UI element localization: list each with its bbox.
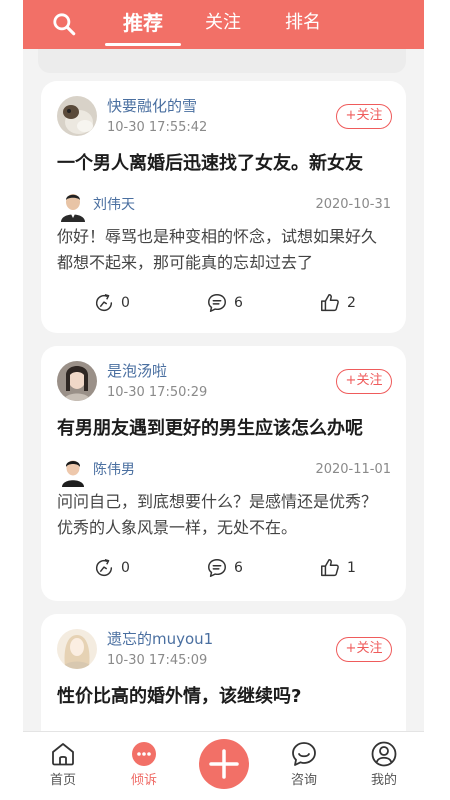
nav-home[interactable]: 首页 xyxy=(33,732,93,800)
share-stat[interactable]: 0 xyxy=(93,290,130,316)
comment-count: 6 xyxy=(234,295,243,311)
previous-card-edge xyxy=(38,49,406,73)
smile-chat-icon xyxy=(292,742,316,766)
comment-stat[interactable]: 6 xyxy=(206,290,243,316)
nav-mine[interactable]: 我的 xyxy=(354,732,414,800)
share-count: 0 xyxy=(121,295,130,311)
share-icon xyxy=(96,294,113,312)
nav-confide[interactable]: 倾诉 xyxy=(114,732,174,800)
answer-date: 2020-11-01 xyxy=(315,462,391,477)
comment-count: 6 xyxy=(234,560,243,576)
comment-stat[interactable]: 6 xyxy=(206,555,243,581)
profile-icon xyxy=(371,741,397,767)
comment-icon xyxy=(208,559,226,577)
tab-ranking[interactable]: 排名 xyxy=(285,11,321,35)
home-icon xyxy=(52,743,74,766)
search-icon[interactable] xyxy=(51,11,77,37)
post-card[interactable]: 是泡汤啦 10-30 17:50:29 +关注 有男朋友遇到更好的男生应该怎么办… xyxy=(41,346,406,601)
post-title[interactable]: 一个男人离婚后迅速找了女友。新女友 xyxy=(57,151,397,177)
post-title[interactable]: 有男朋友遇到更好的男生应该怎么办呢 xyxy=(57,416,397,442)
tab-follow[interactable]: 关注 xyxy=(205,11,241,35)
share-count: 0 xyxy=(121,560,130,576)
like-count: 2 xyxy=(347,295,356,311)
like-count: 1 xyxy=(347,560,356,576)
avatar[interactable] xyxy=(57,629,97,669)
like-stat[interactable]: 1 xyxy=(319,555,356,581)
chat-bubble-icon xyxy=(132,742,156,766)
post-title[interactable]: 性价比高的婚外情，该继续吗? xyxy=(57,684,397,710)
answer-date: 2020-10-31 xyxy=(315,197,391,212)
post-button[interactable] xyxy=(199,739,249,789)
post-time: 10-30 17:55:42 xyxy=(107,120,208,135)
active-tab-indicator xyxy=(105,43,181,46)
post-time: 10-30 17:50:29 xyxy=(107,385,208,400)
username[interactable]: 遗忘的muyou1 xyxy=(107,629,213,649)
nav-label: 我的 xyxy=(370,773,397,788)
avatar[interactable] xyxy=(57,96,97,136)
follow-button[interactable]: +关注 xyxy=(336,369,392,394)
post-card[interactable]: 快要融化的雪 10-30 17:55:42 +关注 一个男人离婚后迅速找了女友。… xyxy=(41,81,406,333)
nav-label: 咨询 xyxy=(290,773,317,788)
nav-consult[interactable]: 咨询 xyxy=(274,732,334,800)
answerer-name[interactable]: 陈伟男 xyxy=(93,460,135,480)
answerer-name[interactable]: 刘伟天 xyxy=(93,195,135,215)
answerer-avatar xyxy=(57,455,89,487)
follow-button[interactable]: +关注 xyxy=(336,104,392,129)
like-stat[interactable]: 2 xyxy=(319,290,356,316)
nav-label: 倾诉 xyxy=(130,773,157,788)
top-bar: 推荐 关注 排名 xyxy=(23,0,424,49)
tab-recommend[interactable]: 推荐 xyxy=(123,11,163,35)
username[interactable]: 是泡汤啦 xyxy=(107,361,167,381)
nav-label: 首页 xyxy=(49,773,76,788)
username[interactable]: 快要融化的雪 xyxy=(107,96,197,116)
app-screen: 推荐 关注 排名 快要融化的雪 10-30 17:55:42 +关注 一个男人离… xyxy=(23,0,424,800)
share-stat[interactable]: 0 xyxy=(93,555,130,581)
answerer-avatar xyxy=(57,190,89,222)
follow-button[interactable]: +关注 xyxy=(336,637,392,662)
bottom-nav: 首页 倾诉 咨询 我的 xyxy=(23,731,424,800)
avatar[interactable] xyxy=(57,361,97,401)
plus-icon xyxy=(209,749,239,779)
comment-icon xyxy=(208,294,226,312)
post-time: 10-30 17:45:09 xyxy=(107,653,208,668)
share-icon xyxy=(96,559,113,577)
thumbs-up-icon xyxy=(321,559,339,577)
answer-excerpt[interactable]: 问问自己，到底想要什么？是感情还是优秀？优秀的人象风景一样，无处不在。 xyxy=(57,489,389,541)
answer-excerpt[interactable]: 你好！辱骂也是种变相的怀念，试想如果好久都想不起来，那可能真的忘却过去了 xyxy=(57,224,389,276)
thumbs-up-icon xyxy=(321,294,339,312)
